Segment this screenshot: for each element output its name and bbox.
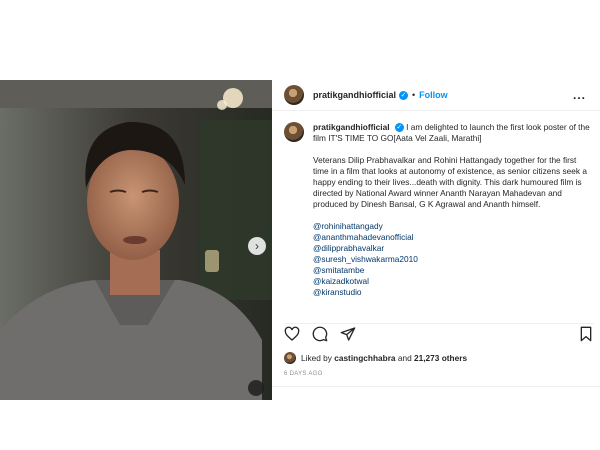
likes-prefix: Liked by <box>301 353 332 363</box>
likes-and: and <box>397 353 412 363</box>
verified-badge-icon: ✓ <box>394 123 404 133</box>
action-bar <box>284 323 594 344</box>
post-header: pratikgandhiofficial ✓ • Follow <box>272 80 600 111</box>
liker-avatar[interactable] <box>284 352 296 364</box>
mention-link[interactable]: @ananthmahadevanofficial <box>313 232 594 243</box>
header-separator: • <box>412 90 416 100</box>
mention-link[interactable]: @rohinihattangady <box>313 221 594 232</box>
post-side-panel: pratikgandhiofficial ✓ • Follow ... prat… <box>272 80 600 400</box>
mention-link[interactable]: @smitatambe <box>313 265 594 276</box>
bookmark-icon[interactable] <box>578 326 594 342</box>
likes-summary: Liked by castingchhabra and 21,273 other… <box>284 352 467 364</box>
next-slide-button[interactable]: › <box>248 237 266 255</box>
liker-username[interactable]: castingchhabra <box>334 353 395 363</box>
follow-button[interactable]: Follow <box>419 90 448 100</box>
comment-icon[interactable] <box>312 326 328 342</box>
mute-button[interactable] <box>248 380 264 396</box>
likes-count[interactable]: 21,273 others <box>414 353 467 363</box>
post-media[interactable]: › <box>0 80 272 400</box>
caption-avatar[interactable] <box>284 122 304 142</box>
caption-body: Veterans Dilip Prabhavalkar and Rohini H… <box>313 155 587 209</box>
instagram-post: › pratikgandhiofficial ✓ • Follow ... pr… <box>0 80 600 400</box>
more-options-icon[interactable]: ... <box>573 88 586 102</box>
avatar[interactable] <box>284 85 304 105</box>
mention-link[interactable]: @dilipprabhavalkar <box>313 243 594 254</box>
mention-link[interactable]: @kiranstudio <box>313 287 594 298</box>
chevron-right-icon: › <box>255 239 259 253</box>
caption: pratikgandhiofficial ✓ I am delighted to… <box>284 122 594 314</box>
post-timestamp[interactable]: 6 DAYS AGO <box>284 371 323 377</box>
video-frame <box>0 80 272 400</box>
mention-list: @rohinihattangady @ananthmahadevanoffici… <box>313 221 594 298</box>
mention-link[interactable]: @kaizadkotwal <box>313 276 594 287</box>
verified-badge-icon: ✓ <box>399 90 409 100</box>
heart-icon[interactable] <box>284 326 300 342</box>
mention-link[interactable]: @suresh_vishwakarma2010 <box>313 254 594 265</box>
share-icon[interactable] <box>340 326 356 342</box>
caption-intro-paragraph: pratikgandhiofficial ✓ I am delighted to… <box>313 122 594 144</box>
header-username[interactable]: pratikgandhiofficial <box>313 90 396 100</box>
divider <box>272 386 600 387</box>
caption-username[interactable]: pratikgandhiofficial <box>313 122 390 132</box>
